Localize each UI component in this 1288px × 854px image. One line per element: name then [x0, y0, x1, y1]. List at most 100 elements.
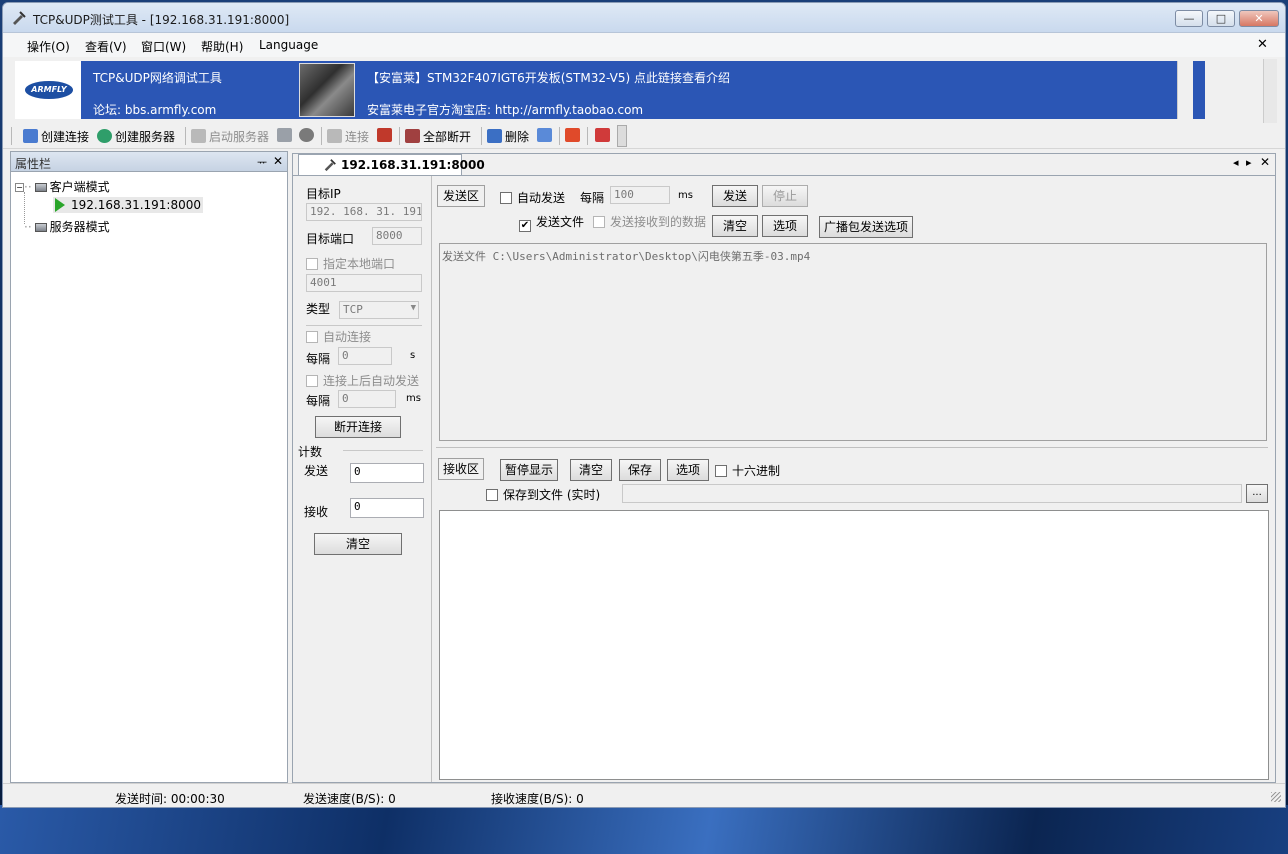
menu-view[interactable]: 查看(V) [85, 38, 127, 55]
auto-send-after-connect-checkbox[interactable]: 连接上后自动发送 [306, 372, 419, 389]
stop-button[interactable] [299, 128, 317, 143]
pause-display-button[interactable]: 暂停显示 [500, 459, 558, 481]
exit-button[interactable] [595, 128, 613, 143]
interval2-label: 每隔 [306, 394, 331, 408]
disconnect-all-button[interactable]: 全部断开 [405, 128, 471, 145]
mdi-close-icon[interactable]: ✕ [1257, 37, 1268, 52]
interval-field[interactable]: 0 [338, 347, 392, 365]
auto-connect-checkbox[interactable]: 自动连接 [306, 328, 371, 345]
delete-button[interactable]: 删除 [487, 128, 529, 145]
recv-save-button[interactable]: 保存 [619, 459, 661, 481]
browse-button[interactable]: ... [1246, 484, 1268, 503]
save-file-path-field[interactable] [622, 484, 1242, 503]
broadcast-options-button[interactable]: 广播包发送选项 [819, 216, 913, 238]
menu-operate[interactable]: 操作(O) [27, 38, 70, 55]
toolbar-overflow-icon[interactable] [617, 125, 627, 147]
auto-send-label: 自动发送 [517, 191, 566, 205]
save-to-file-checkbox[interactable]: 保存到文件 (实时) [486, 486, 600, 503]
recv-textarea[interactable] [439, 510, 1269, 780]
send-clear-button[interactable]: 清空 [712, 215, 758, 237]
connect-icon [327, 129, 342, 143]
banner-shop-link[interactable]: 安富莱电子官方淘宝店: http://armfly.taobao.com [367, 101, 643, 118]
pin-icon[interactable]: ᅲ [257, 154, 267, 170]
splitter[interactable] [431, 176, 436, 782]
recv-options-button[interactable]: 选项 [667, 459, 709, 481]
tab-next-icon[interactable]: ▸ [1246, 156, 1252, 169]
divider [343, 450, 423, 451]
banner-forum-link[interactable]: 论坛: bbs.armfly.com [93, 101, 216, 118]
send-interval-field[interactable]: 100 [610, 186, 670, 204]
tab-close-icon[interactable]: ✕ [1260, 155, 1270, 169]
minimize-button[interactable]: — [1175, 10, 1203, 27]
send-options-button[interactable]: 选项 [762, 215, 808, 237]
clear-count-button[interactable]: 清空 [314, 533, 402, 555]
network-button[interactable] [537, 128, 555, 143]
computer-icon [34, 183, 47, 192]
recv-count-label: 接收 [304, 505, 329, 519]
send-interval-unit: ms [678, 190, 693, 201]
menu-help[interactable]: 帮助(H) [201, 38, 243, 55]
auto-connect-label: 自动连接 [323, 330, 372, 344]
recv-clear-button[interactable]: 清空 [570, 459, 612, 481]
tree-server-mode[interactable]: ·· 服务器模式 [24, 218, 110, 235]
close-button[interactable]: ✕ [1239, 10, 1279, 27]
main-scrollbar[interactable] [1263, 59, 1277, 123]
send-file-checkbox[interactable]: ✔ 发送文件 [519, 213, 584, 232]
banner-board-link[interactable]: 【安富莱】STM32F407IGT6开发板(STM32-V5) 点此链接查看介绍 [367, 69, 730, 86]
local-port-checkbox[interactable]: 指定本地端口 [306, 255, 395, 272]
create-server-label: 创建服务器 [115, 130, 176, 144]
divider [306, 325, 422, 326]
menu-window[interactable]: 窗口(W) [141, 38, 186, 55]
send-interval-label: 每隔 [580, 191, 605, 205]
play-icon [55, 198, 65, 212]
send-textarea[interactable]: 发送文件 C:\Users\Administrator\Desktop\闪电侠第… [439, 243, 1267, 441]
auto-send-after-connect-label: 连接上后自动发送 [323, 374, 420, 388]
resize-grip-icon[interactable] [1271, 792, 1281, 802]
start-server-button[interactable]: 启动服务器 [191, 128, 269, 145]
menu-language[interactable]: Language [259, 38, 318, 52]
delete-icon [487, 129, 502, 143]
interval-unit: s [410, 350, 416, 361]
toolbar-grip [11, 127, 12, 145]
server-users-button[interactable] [277, 128, 295, 143]
create-server-button[interactable]: 创建服务器 [97, 128, 175, 145]
send-file-label: 发送文件 [536, 215, 585, 229]
power-button[interactable] [565, 128, 583, 143]
type-value: TCP [343, 303, 363, 316]
connect-button[interactable]: 连接 [327, 128, 369, 145]
tool-icon [324, 159, 336, 172]
board-image [299, 63, 355, 117]
save-to-file-label: 保存到文件 (实时) [503, 488, 601, 502]
stop-send-button[interactable]: 停止 [762, 185, 808, 207]
auto-connect-check-icon [306, 331, 318, 343]
disconnect-connection-button[interactable]: 断开连接 [315, 416, 401, 438]
tab-prev-icon[interactable]: ◂ [1233, 156, 1239, 169]
client-item-label: 192.168.31.191:8000 [71, 198, 202, 212]
type-select[interactable]: TCP ▼ [339, 301, 419, 319]
sent-count-field[interactable]: 0 [350, 463, 424, 483]
target-ip-field[interactable]: 192. 168. 31. 191 [306, 203, 422, 221]
banner-tool-name: TCP&UDP网络调试工具 [93, 71, 222, 85]
auto-send-checkbox[interactable]: 自动发送 [500, 189, 565, 206]
tree-client-mode[interactable]: −·· 客户端模式 [15, 178, 110, 195]
tab-connection[interactable]: 192.168.31.191:8000 [298, 154, 485, 175]
banner-scrollbar[interactable] [1177, 61, 1193, 119]
collapse-icon[interactable]: − [15, 183, 24, 192]
send-received-checkbox[interactable]: 发送接收到的数据 [593, 213, 706, 230]
local-port-field[interactable]: 4001 [306, 274, 422, 292]
toolbar-separator [321, 127, 322, 145]
server-mode-label: 服务器模式 [49, 220, 110, 234]
target-port-field[interactable]: 8000 [372, 227, 422, 245]
tree-client-item[interactable]: 192.168.31.191:8000 [53, 197, 204, 213]
hex-checkbox[interactable]: 十六进制 [715, 462, 780, 479]
disconnect-button[interactable] [377, 128, 395, 143]
send-button[interactable]: 发送 [712, 185, 758, 207]
maximize-button[interactable]: □ [1207, 10, 1235, 27]
ad-banner[interactable]: ARMFLY TCP&UDP网络调试工具 论坛: bbs.armfly.com … [15, 61, 1205, 119]
armfly-logo: ARMFLY [25, 81, 73, 99]
create-connection-button[interactable]: 创建连接 [23, 128, 89, 145]
recv-count-field[interactable]: 0 [350, 498, 424, 518]
interval2-field[interactable]: 0 [338, 390, 396, 408]
panel-close-icon[interactable]: ✕ [273, 154, 283, 168]
exit-icon [595, 128, 610, 142]
